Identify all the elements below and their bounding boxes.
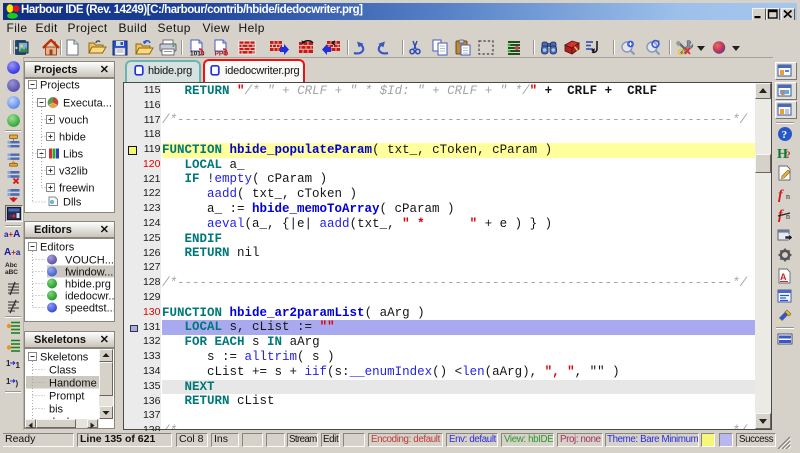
svg-text:Libs: Libs — [63, 149, 84, 161]
svg-text:speedtst...: speedtst... — [65, 303, 114, 315]
svg-text:hbide.prg: hbide.prg — [65, 279, 111, 291]
svg-text:hbide: hbide — [59, 132, 86, 144]
svg-text:?: ? — [786, 150, 791, 160]
svg-text:2: 2 — [781, 90, 785, 97]
svg-text:Skeletons: Skeletons — [40, 352, 89, 364]
svg-text:v32lib: v32lib — [59, 166, 88, 178]
svg-text:vouch: vouch — [59, 115, 88, 127]
svg-text:idedocwr...: idedocwr... — [65, 291, 114, 303]
svg-text:Prompt: Prompt — [49, 391, 84, 403]
svg-text:Class: Class — [49, 365, 77, 377]
svg-text:Projects: Projects — [40, 80, 80, 92]
svg-text:fwindow...: fwindow... — [65, 267, 113, 279]
svg-text:Editors: Editors — [40, 242, 75, 254]
svg-text:Executa...: Executa... — [63, 98, 112, 110]
svg-text:): ) — [15, 379, 18, 388]
svg-text:1: 1 — [15, 361, 20, 370]
svg-text:n: n — [786, 192, 790, 201]
svg-text:freewin: freewin — [59, 183, 94, 195]
svg-text:bis: bis — [49, 404, 64, 416]
svg-text:A: A — [780, 272, 787, 282]
svg-text:Handome: Handome — [49, 378, 97, 390]
svg-text:VOUCH....: VOUCH.... — [65, 255, 114, 267]
svg-text:f: f — [778, 188, 784, 202]
svg-text:?: ? — [782, 129, 788, 141]
svg-text:Dlls: Dlls — [63, 197, 82, 209]
